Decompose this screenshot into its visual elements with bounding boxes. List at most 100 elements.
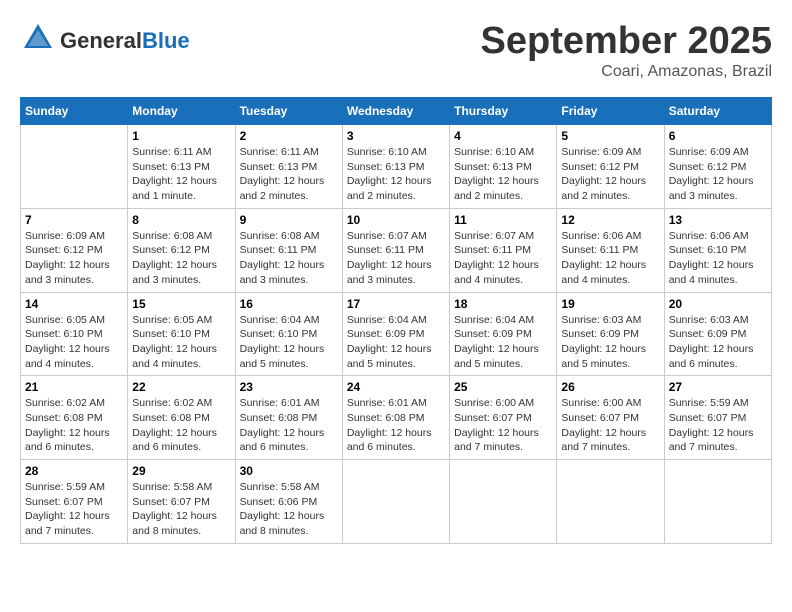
day-info: Sunrise: 6:05 AMSunset: 6:10 PMDaylight:… (132, 313, 230, 372)
day-cell: 26 Sunrise: 6:00 AMSunset: 6:07 PMDayligh… (557, 376, 664, 460)
col-header-monday: Monday (128, 98, 235, 125)
day-number: 23 (240, 380, 338, 394)
day-number: 9 (240, 213, 338, 227)
day-number: 11 (454, 213, 552, 227)
logo-text-blue: Blue (142, 28, 190, 53)
days-header-row: SundayMondayTuesdayWednesdayThursdayFrid… (21, 98, 772, 125)
day-cell: 11 Sunrise: 6:07 AMSunset: 6:11 PMDayligh… (450, 208, 557, 292)
day-info: Sunrise: 6:04 AMSunset: 6:09 PMDaylight:… (454, 313, 552, 372)
day-info: Sunrise: 6:03 AMSunset: 6:09 PMDaylight:… (561, 313, 659, 372)
day-cell: 9 Sunrise: 6:08 AMSunset: 6:11 PMDaylight… (235, 208, 342, 292)
day-cell: 22 Sunrise: 6:02 AMSunset: 6:08 PMDayligh… (128, 376, 235, 460)
title-area: September 2025 Coari, Amazonas, Brazil (481, 20, 773, 81)
day-info: Sunrise: 6:04 AMSunset: 6:10 PMDaylight:… (240, 313, 338, 372)
logo: GeneralBlue (20, 20, 190, 61)
day-info: Sunrise: 5:59 AMSunset: 6:07 PMDaylight:… (25, 480, 123, 539)
day-number: 10 (347, 213, 445, 227)
week-row-1: 1 Sunrise: 6:11 AMSunset: 6:13 PMDaylight… (21, 125, 772, 209)
col-header-friday: Friday (557, 98, 664, 125)
day-cell: 2 Sunrise: 6:11 AMSunset: 6:13 PMDaylight… (235, 125, 342, 209)
day-info: Sunrise: 6:09 AMSunset: 6:12 PMDaylight:… (669, 145, 767, 204)
day-cell: 5 Sunrise: 6:09 AMSunset: 6:12 PMDaylight… (557, 125, 664, 209)
day-info: Sunrise: 6:01 AMSunset: 6:08 PMDaylight:… (347, 396, 445, 455)
day-cell (664, 460, 771, 544)
day-cell (21, 125, 128, 209)
day-number: 8 (132, 213, 230, 227)
month-title: September 2025 (481, 20, 773, 63)
day-info: Sunrise: 6:06 AMSunset: 6:11 PMDaylight:… (561, 229, 659, 288)
col-header-thursday: Thursday (450, 98, 557, 125)
day-number: 17 (347, 297, 445, 311)
day-info: Sunrise: 6:11 AMSunset: 6:13 PMDaylight:… (132, 145, 230, 204)
day-info: Sunrise: 6:02 AMSunset: 6:08 PMDaylight:… (25, 396, 123, 455)
day-info: Sunrise: 6:10 AMSunset: 6:13 PMDaylight:… (454, 145, 552, 204)
day-cell: 23Sunrise: 6:01 AMSunset: 6:08 PMDayligh… (235, 376, 342, 460)
day-info: Sunrise: 6:09 AMSunset: 6:12 PMDaylight:… (561, 145, 659, 204)
day-info: Sunrise: 6:06 AMSunset: 6:10 PMDaylight:… (669, 229, 767, 288)
day-number: 20 (669, 297, 767, 311)
day-number: 5 (561, 129, 659, 143)
day-number: 27 (669, 380, 767, 394)
day-number: 14 (25, 297, 123, 311)
day-cell: 3Sunrise: 6:10 AMSunset: 6:13 PMDaylight… (342, 125, 449, 209)
week-row-4: 21 Sunrise: 6:02 AMSunset: 6:08 PMDayligh… (21, 376, 772, 460)
day-number: 21 (25, 380, 123, 394)
day-number: 24 (347, 380, 445, 394)
day-info: Sunrise: 6:11 AMSunset: 6:13 PMDaylight:… (240, 145, 338, 204)
day-cell: 24 Sunrise: 6:01 AMSunset: 6:08 PMDayligh… (342, 376, 449, 460)
day-cell: 29Sunrise: 5:58 AMSunset: 6:07 PMDayligh… (128, 460, 235, 544)
location-title: Coari, Amazonas, Brazil (481, 63, 773, 81)
col-header-wednesday: Wednesday (342, 98, 449, 125)
week-row-5: 28Sunrise: 5:59 AMSunset: 6:07 PMDayligh… (21, 460, 772, 544)
day-info: Sunrise: 5:59 AMSunset: 6:07 PMDaylight:… (669, 396, 767, 455)
day-number: 15 (132, 297, 230, 311)
day-cell: 30 Sunrise: 5:58 AMSunset: 6:06 PMDayligh… (235, 460, 342, 544)
day-number: 7 (25, 213, 123, 227)
day-info: Sunrise: 6:08 AMSunset: 6:11 PMDaylight:… (240, 229, 338, 288)
day-cell: 27 Sunrise: 5:59 AMSunset: 6:07 PMDayligh… (664, 376, 771, 460)
day-info: Sunrise: 6:04 AMSunset: 6:09 PMDaylight:… (347, 313, 445, 372)
col-header-tuesday: Tuesday (235, 98, 342, 125)
day-number: 1 (132, 129, 230, 143)
day-number: 13 (669, 213, 767, 227)
day-cell: 12 Sunrise: 6:06 AMSunset: 6:11 PMDayligh… (557, 208, 664, 292)
day-cell: 15 Sunrise: 6:05 AMSunset: 6:10 PMDayligh… (128, 292, 235, 376)
day-number: 25 (454, 380, 552, 394)
day-number: 29 (132, 464, 230, 478)
day-cell: 21 Sunrise: 6:02 AMSunset: 6:08 PMDayligh… (21, 376, 128, 460)
day-cell: 18 Sunrise: 6:04 AMSunset: 6:09 PMDayligh… (450, 292, 557, 376)
day-cell: 7Sunrise: 6:09 AMSunset: 6:12 PMDaylight… (21, 208, 128, 292)
day-number: 16 (240, 297, 338, 311)
day-cell: 14 Sunrise: 6:05 AMSunset: 6:10 PMDayligh… (21, 292, 128, 376)
day-number: 30 (240, 464, 338, 478)
day-number: 19 (561, 297, 659, 311)
day-info: Sunrise: 6:07 AMSunset: 6:11 PMDaylight:… (454, 229, 552, 288)
day-number: 22 (132, 380, 230, 394)
day-cell: 13 Sunrise: 6:06 AMSunset: 6:10 PMDayligh… (664, 208, 771, 292)
day-cell: 4 Sunrise: 6:10 AMSunset: 6:13 PMDaylight… (450, 125, 557, 209)
day-cell: 8 Sunrise: 6:08 AMSunset: 6:12 PMDaylight… (128, 208, 235, 292)
day-info: Sunrise: 6:03 AMSunset: 6:09 PMDaylight:… (669, 313, 767, 372)
day-cell: 10Sunrise: 6:07 AMSunset: 6:11 PMDayligh… (342, 208, 449, 292)
day-number: 4 (454, 129, 552, 143)
day-number: 2 (240, 129, 338, 143)
calendar: SundayMondayTuesdayWednesdayThursdayFrid… (20, 97, 772, 544)
day-cell: 20 Sunrise: 6:03 AMSunset: 6:09 PMDayligh… (664, 292, 771, 376)
day-cell (450, 460, 557, 544)
day-cell: 25Sunrise: 6:00 AMSunset: 6:07 PMDayligh… (450, 376, 557, 460)
logo-icon (20, 20, 56, 56)
day-info: Sunrise: 6:08 AMSunset: 6:12 PMDaylight:… (132, 229, 230, 288)
day-info: Sunrise: 6:02 AMSunset: 6:08 PMDaylight:… (132, 396, 230, 455)
day-number: 6 (669, 129, 767, 143)
day-info: Sunrise: 6:05 AMSunset: 6:10 PMDaylight:… (25, 313, 123, 372)
day-number: 26 (561, 380, 659, 394)
day-cell: 6 Sunrise: 6:09 AMSunset: 6:12 PMDaylight… (664, 125, 771, 209)
week-row-3: 14 Sunrise: 6:05 AMSunset: 6:10 PMDayligh… (21, 292, 772, 376)
day-info: Sunrise: 6:00 AMSunset: 6:07 PMDaylight:… (561, 396, 659, 455)
day-cell: 28Sunrise: 5:59 AMSunset: 6:07 PMDayligh… (21, 460, 128, 544)
day-number: 18 (454, 297, 552, 311)
day-cell (557, 460, 664, 544)
day-number: 12 (561, 213, 659, 227)
day-info: Sunrise: 5:58 AMSunset: 6:06 PMDaylight:… (240, 480, 338, 539)
logo-text-general: General (60, 28, 142, 53)
